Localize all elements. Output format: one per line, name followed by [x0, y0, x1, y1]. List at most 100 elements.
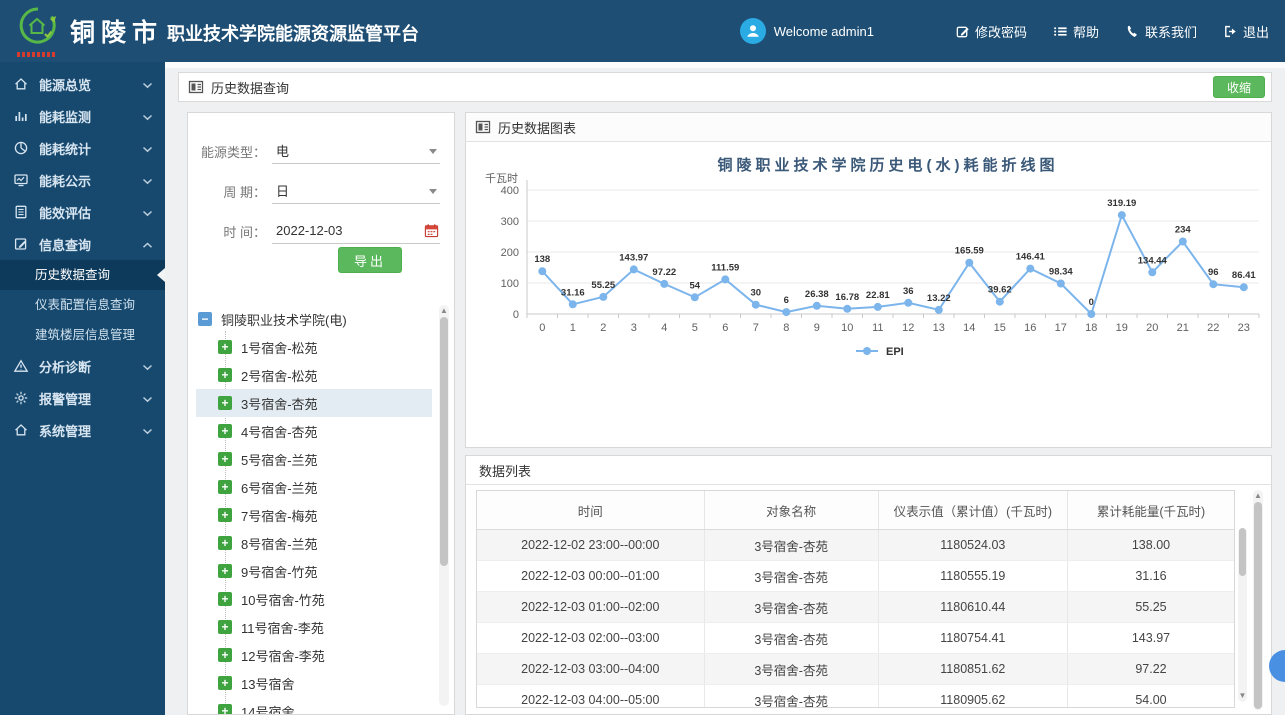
expand-node-icon[interactable]: + — [218, 564, 232, 578]
expand-node-icon[interactable]: + — [218, 620, 232, 634]
tree-node-label: 3号宿舍-杏苑 — [241, 396, 318, 412]
help-link[interactable]: 帮助 — [1053, 22, 1099, 41]
tree-node[interactable]: +13号宿舍 — [196, 669, 432, 697]
svg-text:300: 300 — [501, 216, 519, 228]
expand-node-icon[interactable]: + — [218, 676, 232, 690]
energy-type-label: 能源类型： — [200, 144, 266, 160]
period-select[interactable]: 日 — [272, 179, 440, 204]
column-header[interactable]: 时间 — [477, 491, 705, 530]
welcome-text: Welcome admin1 — [773, 23, 874, 39]
table-row[interactable]: 2022-12-03 04:00--05:00 3号宿舍-杏苑 1180905.62… — [477, 684, 1234, 707]
svg-text:13: 13 — [933, 322, 945, 334]
building-tree: − 铜陵职业技术学院(电) +1号宿舍-松苑 +2号宿舍-松苑 +3号宿舍-杏苑 +4号宿… — [196, 305, 432, 714]
sidebar-subitem[interactable]: 仪表配置信息查询 — [0, 290, 165, 320]
expand-node-icon[interactable]: + — [218, 508, 232, 522]
svg-text:30: 30 — [751, 288, 762, 299]
table-row[interactable]: 2022-12-03 02:00--03:00 3号宿舍-杏苑 1180754.41… — [477, 622, 1234, 654]
table-scrollbar[interactable]: ▼ — [1238, 528, 1247, 702]
svg-text:21: 21 — [1177, 322, 1189, 334]
page-title: 历史数据查询 — [211, 80, 290, 96]
tree-node[interactable]: +9号宿舍-竹苑 — [196, 557, 432, 585]
user-menu[interactable]: Welcome admin1 — [739, 18, 874, 44]
table-cell: 2022-12-03 03:00--04:00 — [477, 653, 705, 685]
sidebar-item[interactable]: 能源总览 — [0, 68, 165, 100]
column-header[interactable]: 仪表示值（累计值）(千瓦时) — [878, 491, 1068, 530]
table-cell: 1180555.19 — [878, 560, 1068, 592]
calendar-icon[interactable] — [424, 223, 439, 238]
contact-us-link[interactable]: 联系我们 — [1125, 22, 1197, 41]
tree-node[interactable]: +5号宿舍-兰苑 — [196, 445, 432, 473]
scroll-down-icon[interactable]: ▼ — [1238, 690, 1247, 702]
sidebar-item[interactable]: 能效评估 — [0, 196, 165, 228]
expand-node-icon[interactable]: + — [218, 368, 232, 382]
table-row[interactable]: 2022-12-02 23:00--00:00 3号宿舍-杏苑 1180524.03… — [477, 529, 1234, 561]
tree-scrollbar[interactable]: ▲ — [439, 305, 449, 706]
scroll-thumb[interactable] — [1254, 502, 1262, 709]
tree-root[interactable]: − 铜陵职业技术学院(电) — [196, 305, 432, 333]
tree-node[interactable]: +10号宿舍-竹苑 — [196, 585, 432, 613]
table-row[interactable]: 2022-12-03 01:00--02:00 3号宿舍-杏苑 1180610.44… — [477, 591, 1234, 623]
expand-node-icon[interactable]: + — [218, 452, 232, 466]
expand-node-icon[interactable]: + — [218, 648, 232, 662]
tree-node[interactable]: +3号宿舍-杏苑 — [196, 389, 432, 417]
sidebar-item[interactable]: 分析诊断 — [0, 350, 165, 382]
sidebar-item[interactable]: 系统管理 — [0, 414, 165, 446]
column-header[interactable]: 对象名称 — [704, 491, 879, 530]
header-actions: Welcome admin1 修改密码 帮助 联系我们 退出 — [739, 18, 1285, 44]
expand-node-icon[interactable]: + — [218, 480, 232, 494]
change-password-link[interactable]: 修改密码 — [955, 22, 1027, 41]
sidebar-item[interactable]: 报警管理 — [0, 382, 165, 414]
sidebar-item[interactable]: 信息查询 — [0, 228, 165, 260]
sidebar-item-label: 能耗监测 — [39, 109, 92, 125]
expand-node-icon[interactable]: + — [218, 424, 232, 438]
panel-scrollbar[interactable]: ▲ — [1253, 490, 1263, 710]
table-cell: 2022-12-03 01:00--02:00 — [477, 591, 705, 623]
tree-node[interactable]: +14号宿舍 — [196, 697, 432, 714]
scroll-thumb[interactable] — [1239, 528, 1246, 576]
chart-legend[interactable]: EPI — [856, 346, 904, 358]
sidebar-item[interactable]: 能耗公示 — [0, 164, 165, 196]
list-icon — [1053, 24, 1068, 39]
table-row[interactable]: 2022-12-03 03:00--04:00 3号宿舍-杏苑 1180851.62… — [477, 653, 1234, 685]
sidebar-item[interactable]: 能耗监测 — [0, 100, 165, 132]
export-button[interactable]: 导出 — [338, 247, 403, 273]
line-chart: 铜陵职业技术学院历史电(水)耗能折线图千瓦时01002003004000 1 2 3 4… — [485, 156, 1260, 358]
tree-node[interactable]: +4号宿舍-杏苑 — [196, 417, 432, 445]
tree-node[interactable]: +1号宿舍-松苑 — [196, 333, 432, 361]
chevron-down-icon — [429, 148, 437, 158]
svg-text:400: 400 — [501, 185, 519, 197]
scroll-up-icon[interactable]: ▲ — [439, 305, 449, 317]
tree-node[interactable]: +11号宿舍-李苑 — [196, 613, 432, 641]
expand-node-icon[interactable]: + — [218, 704, 232, 714]
svg-text:138: 138 — [534, 254, 550, 265]
date-input[interactable]: 2022-12-03 — [272, 219, 440, 244]
sidebar-item[interactable]: 能耗统计 — [0, 132, 165, 164]
tree-node[interactable]: +2号宿舍-松苑 — [196, 361, 432, 389]
sidebar-subitem[interactable]: 历史数据查询 — [0, 260, 165, 290]
tree-node[interactable]: +12号宿舍-李苑 — [196, 641, 432, 669]
svg-text:26.38: 26.38 — [805, 289, 829, 300]
table-cell: 55.25 — [1067, 591, 1234, 623]
sidebar-subitem[interactable]: 建筑楼层信息管理 — [0, 320, 165, 350]
phone-icon — [1125, 24, 1140, 39]
logo-caption — [17, 51, 57, 57]
table-row[interactable]: 2022-12-03 00:00--01:00 3号宿舍-杏苑 1180555.19… — [477, 560, 1234, 592]
tree-node[interactable]: +8号宿舍-兰苑 — [196, 529, 432, 557]
expand-node-icon[interactable]: + — [218, 340, 232, 354]
expand-node-icon[interactable]: + — [218, 592, 232, 606]
collapse-button[interactable]: 收缩 — [1212, 76, 1265, 98]
column-header[interactable]: 累计耗能量(千瓦时) — [1067, 491, 1234, 530]
scroll-thumb[interactable] — [440, 317, 448, 566]
expand-node-icon[interactable]: + — [218, 536, 232, 550]
collapse-node-icon[interactable]: − — [198, 312, 212, 326]
sidebar-item-label: 能效评估 — [39, 205, 92, 221]
scroll-up-icon[interactable]: ▲ — [1253, 490, 1263, 502]
logout-link[interactable]: 退出 — [1223, 22, 1269, 41]
tree-node[interactable]: +7号宿舍-梅苑 — [196, 501, 432, 529]
tree-node[interactable]: +6号宿舍-兰苑 — [196, 473, 432, 501]
table-wrapper: 时间 对象名称 仪表示值（累计值）(千瓦时) 累计耗能量(千瓦时) 2022-12-02… — [476, 490, 1235, 708]
tree-node-label: 5号宿舍-兰苑 — [241, 452, 318, 468]
energy-type-select[interactable]: 电 — [272, 139, 440, 164]
brand-city: 铜陵市 — [70, 19, 164, 47]
expand-node-icon[interactable]: + — [218, 396, 232, 410]
